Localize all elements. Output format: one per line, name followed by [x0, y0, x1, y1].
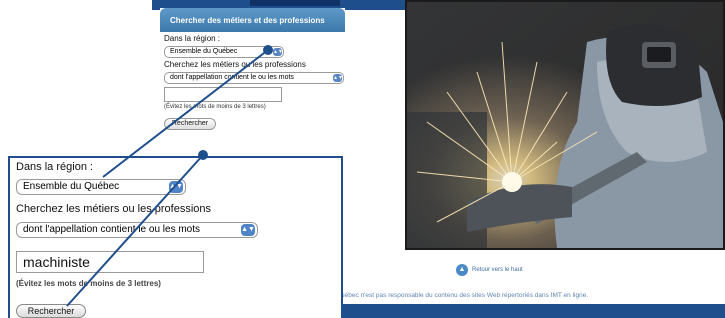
callout-connectors — [66, 45, 273, 307]
connector-dot-button — [198, 150, 208, 160]
connector-line-region — [102, 49, 269, 178]
connector-dot-region — [263, 45, 273, 55]
connector-line-button — [66, 154, 204, 307]
